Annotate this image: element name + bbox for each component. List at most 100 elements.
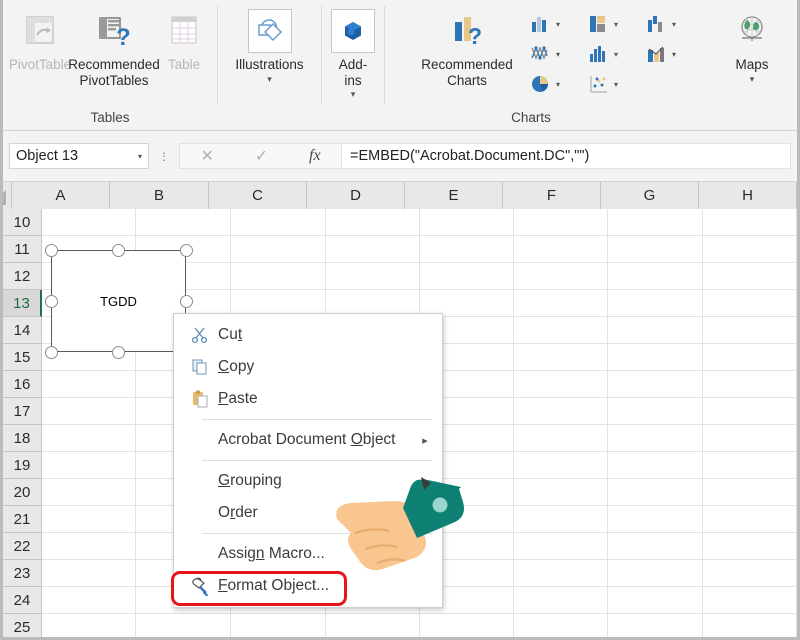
resize-handle-ne[interactable]	[179, 243, 193, 257]
row-header-11[interactable]: 11	[3, 236, 42, 263]
column-header-D[interactable]: D	[307, 182, 405, 209]
cell-A19[interactable]	[42, 452, 137, 478]
waterfall-chart-button[interactable]: ▾	[645, 10, 701, 38]
recommended-pivottables-button[interactable]: ? Recommended PivotTables	[68, 4, 160, 88]
line-chart-button[interactable]: ▾	[529, 40, 585, 68]
combo-chart-chevron-down-icon[interactable]: ▾	[672, 50, 676, 59]
bar-chart-button[interactable]: ▾	[587, 10, 643, 38]
cell-G20[interactable]	[608, 479, 703, 505]
cell-A25[interactable]	[42, 614, 137, 637]
cell-H18[interactable]	[703, 425, 797, 451]
pie-chart-button[interactable]: ▾	[529, 70, 585, 98]
cell-E11[interactable]	[420, 236, 515, 262]
addins-chevron-down-icon[interactable]: ▾	[351, 90, 356, 99]
column-header-B[interactable]: B	[110, 182, 209, 209]
resize-handle-nw[interactable]	[44, 243, 58, 257]
column-chart-button[interactable]: ▾	[529, 10, 585, 38]
cell-A22[interactable]	[42, 533, 137, 559]
column-header-E[interactable]: E	[405, 182, 503, 209]
cell-H19[interactable]	[703, 452, 797, 478]
maps-button[interactable]: Maps ▾	[721, 4, 783, 84]
addins-button[interactable]: Add- ins ▾	[326, 4, 380, 99]
cell-G19[interactable]	[608, 452, 703, 478]
cell-D12[interactable]	[326, 263, 420, 289]
row-header-16[interactable]: 16	[3, 371, 42, 398]
menu-item-cut[interactable]: Cut	[174, 319, 442, 351]
column-header-C[interactable]: C	[209, 182, 307, 209]
cell-D25[interactable]	[326, 614, 420, 637]
cell-D11[interactable]	[326, 236, 420, 262]
cell-F21[interactable]	[514, 506, 609, 532]
cell-A17[interactable]	[42, 398, 137, 424]
cell-A18[interactable]	[42, 425, 137, 451]
cell-F16[interactable]	[514, 371, 609, 397]
cell-B10[interactable]	[136, 209, 232, 235]
cell-B25[interactable]	[136, 614, 232, 637]
cell-H15[interactable]	[703, 344, 797, 370]
cell-G14[interactable]	[608, 317, 703, 343]
cell-G24[interactable]	[608, 587, 703, 613]
row-header-22[interactable]: 22	[3, 533, 42, 560]
cell-A16[interactable]	[42, 371, 137, 397]
menu-item-paste[interactable]: Paste	[174, 383, 442, 415]
cell-H25[interactable]	[703, 614, 797, 637]
illustrations-button[interactable]: Illustrations ▾	[229, 4, 309, 84]
cell-E12[interactable]	[420, 263, 515, 289]
row-header-17[interactable]: 17	[3, 398, 42, 425]
combo-chart-button[interactable]: ▾	[645, 40, 701, 68]
insert-function-icon[interactable]: fx	[309, 147, 321, 165]
formula-input[interactable]: =EMBED("Acrobat.Document.DC","")	[341, 143, 791, 169]
cell-H11[interactable]	[703, 236, 797, 262]
histogram-chart-chevron-down-icon[interactable]: ▾	[614, 50, 618, 59]
cell-F22[interactable]	[514, 533, 609, 559]
cell-H10[interactable]	[703, 209, 797, 235]
illustrations-chevron-down-icon[interactable]: ▾	[267, 74, 272, 84]
row-header-12[interactable]: 12	[3, 263, 42, 290]
cell-F15[interactable]	[514, 344, 609, 370]
cell-F14[interactable]	[514, 317, 609, 343]
formula-bar-grip[interactable]: · · ·	[149, 147, 179, 165]
column-header-H[interactable]: H	[699, 182, 797, 209]
cell-G16[interactable]	[608, 371, 703, 397]
cell-H13[interactable]	[703, 290, 797, 316]
cell-F17[interactable]	[514, 398, 609, 424]
recommended-charts-button[interactable]: ? Recommended Charts	[407, 4, 527, 88]
cell-A20[interactable]	[42, 479, 137, 505]
resize-handle-w[interactable]	[44, 294, 58, 308]
cell-G13[interactable]	[608, 290, 703, 316]
cell-H12[interactable]	[703, 263, 797, 289]
cell-C11[interactable]	[231, 236, 326, 262]
cell-H14[interactable]	[703, 317, 797, 343]
resize-handle-s[interactable]	[112, 345, 125, 359]
cell-H22[interactable]	[703, 533, 797, 559]
cell-H16[interactable]	[703, 371, 797, 397]
cell-G17[interactable]	[608, 398, 703, 424]
cell-F19[interactable]	[514, 452, 609, 478]
cell-G18[interactable]	[608, 425, 703, 451]
row-header-15[interactable]: 15	[3, 344, 42, 371]
column-chart-chevron-down-icon[interactable]: ▾	[556, 20, 560, 29]
cell-G21[interactable]	[608, 506, 703, 532]
bar-chart-chevron-down-icon[interactable]: ▾	[614, 20, 618, 29]
row-header-19[interactable]: 19	[3, 452, 42, 479]
row-header-14[interactable]: 14	[3, 317, 42, 344]
cell-E25[interactable]	[420, 614, 515, 637]
cell-F24[interactable]	[514, 587, 609, 613]
cell-A10[interactable]	[42, 209, 137, 235]
scatter-chart-button[interactable]: ▾	[587, 70, 643, 98]
cell-H24[interactable]	[703, 587, 797, 613]
pie-chart-chevron-down-icon[interactable]: ▾	[556, 80, 560, 89]
cell-F20[interactable]	[514, 479, 609, 505]
line-chart-chevron-down-icon[interactable]: ▾	[556, 50, 560, 59]
cell-F12[interactable]	[514, 263, 609, 289]
cell-F23[interactable]	[514, 560, 609, 586]
name-box[interactable]: Object 13 ▾	[9, 143, 149, 169]
cell-G25[interactable]	[608, 614, 703, 637]
cell-G23[interactable]	[608, 560, 703, 586]
cell-G10[interactable]	[608, 209, 703, 235]
cell-A23[interactable]	[42, 560, 137, 586]
cell-A24[interactable]	[42, 587, 137, 613]
cell-G22[interactable]	[608, 533, 703, 559]
resize-handle-n[interactable]	[112, 243, 125, 257]
select-all-corner[interactable]	[3, 182, 12, 209]
